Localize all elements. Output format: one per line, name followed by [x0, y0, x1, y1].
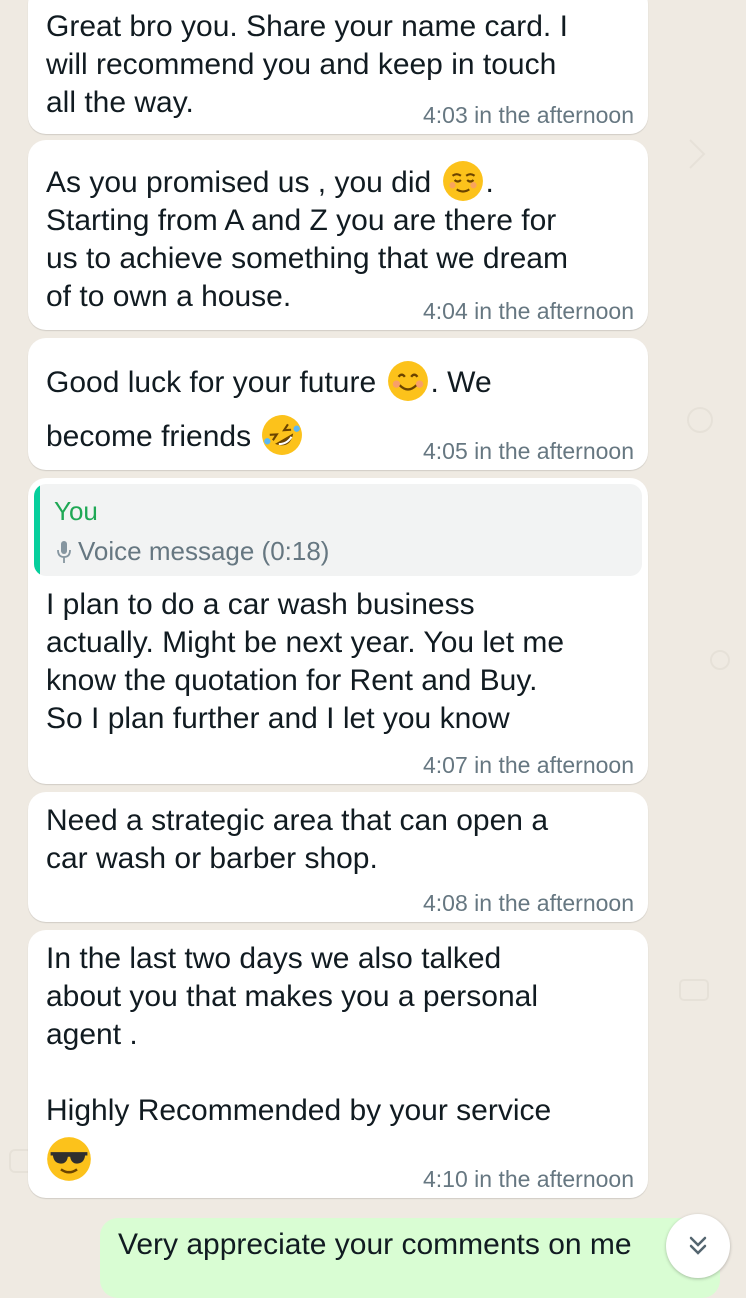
sunglasses-face-emoji-icon: [47, 1137, 91, 1181]
message-bubble[interactable]: Good luck for your future . We become fr…: [28, 338, 648, 470]
quote-accent-bar: [34, 484, 40, 576]
outgoing-message-bubble[interactable]: Very appreciate your comments on me: [100, 1218, 720, 1298]
message-text: In the last two days we also talked abou…: [46, 942, 552, 1127]
message-bubble[interactable]: Great bro you. Share your name card. I w…: [28, 0, 648, 134]
relieved-face-emoji-icon: [442, 161, 483, 201]
quote-author: You: [54, 496, 98, 526]
mic-icon: [57, 541, 71, 563]
message-text: Need a strategic area that can open a ca…: [46, 804, 549, 875]
smiling-face-emoji-icon: [387, 361, 428, 401]
message-text: Good luck for your future: [46, 366, 385, 399]
double-chevron-down-icon: [689, 1236, 707, 1255]
message-timestamp: 4:05 in the afternoon: [423, 438, 634, 464]
message-timestamp: 4:07 in the afternoon: [423, 752, 634, 778]
rolling-laughing-face-emoji-icon: [262, 415, 303, 455]
message-timestamp: 4:03 in the afternoon: [423, 102, 634, 128]
scroll-to-bottom-button[interactable]: [666, 1214, 730, 1278]
message-bubble[interactable]: Need a strategic area that can open a ca…: [28, 792, 648, 922]
message-bubble[interactable]: You Voice message (0:18) I plan to do a …: [28, 478, 648, 784]
message-bubble[interactable]: In the last two days we also talked abou…: [28, 930, 648, 1198]
quoted-message[interactable]: You Voice message (0:18): [34, 484, 642, 576]
message-text: As you promised us , you did: [46, 166, 440, 199]
quote-text: Voice message (0:18): [78, 536, 330, 566]
message-timestamp: 4:08 in the afternoon: [423, 890, 634, 916]
message-bubble[interactable]: As you promised us , you did . Starting …: [28, 140, 648, 330]
message-timestamp: 4:10 in the afternoon: [423, 1166, 634, 1192]
message-timestamp: 4:04 in the afternoon: [423, 298, 634, 324]
message-text: Very appreciate your comments on me: [118, 1228, 632, 1261]
